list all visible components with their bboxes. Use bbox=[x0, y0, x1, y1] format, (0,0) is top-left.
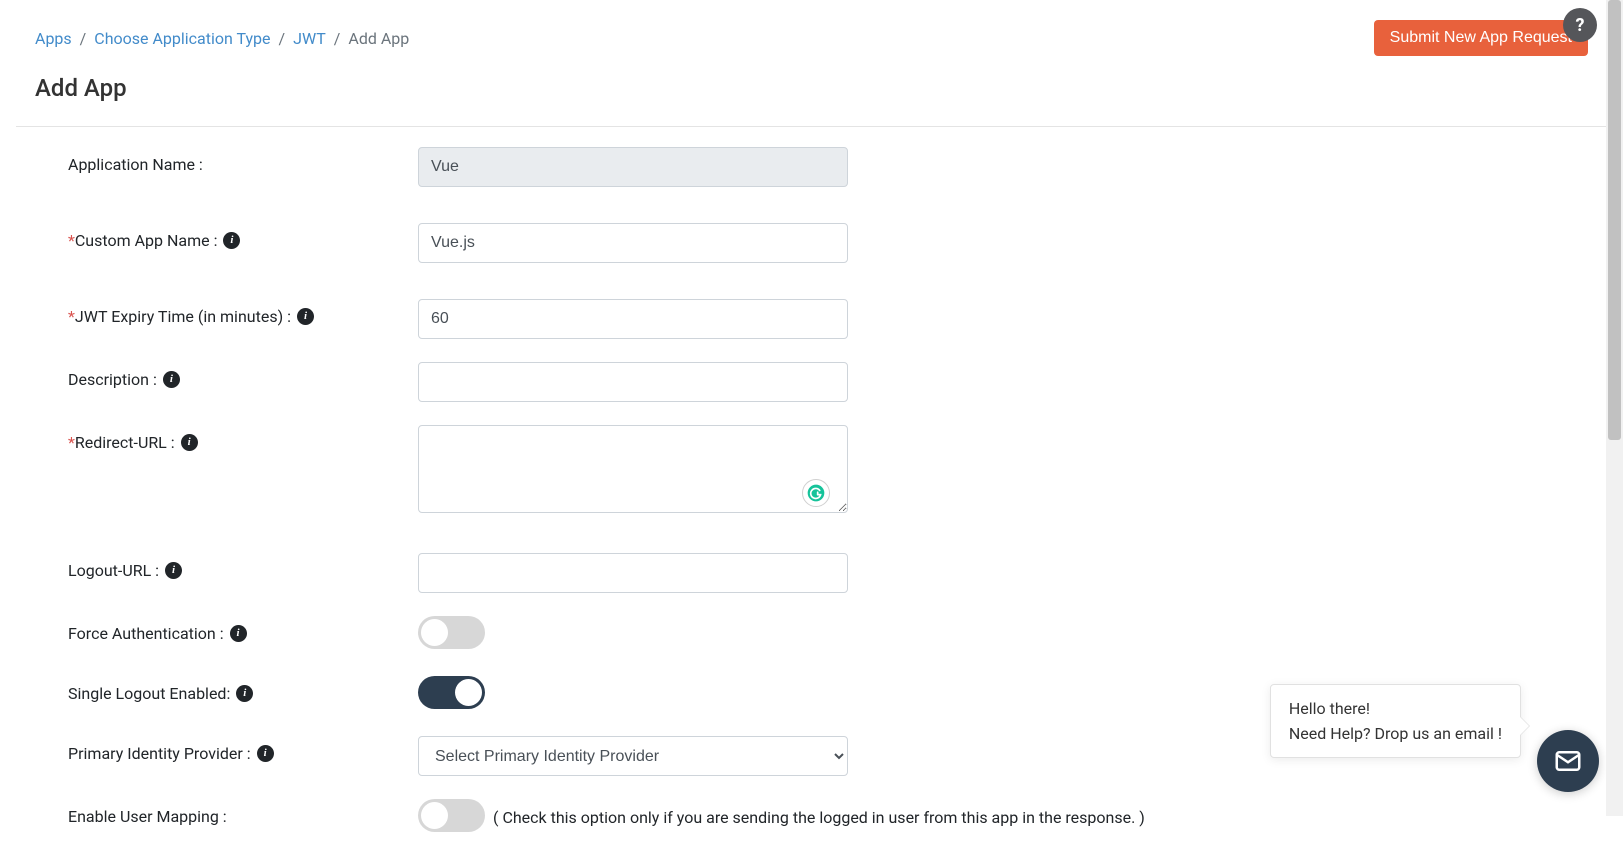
submit-new-app-request-button[interactable]: Submit New App Request bbox=[1374, 20, 1588, 56]
breadcrumb: Apps / Choose Application Type / JWT / A… bbox=[35, 29, 409, 48]
primary-idp-label: Primary Identity Provider : i bbox=[68, 736, 418, 763]
force-authentication-toggle[interactable] bbox=[418, 616, 485, 649]
scrollbar[interactable] bbox=[1606, 0, 1623, 816]
logout-url-input[interactable] bbox=[418, 553, 848, 593]
info-icon[interactable]: i bbox=[236, 685, 253, 702]
info-icon[interactable]: i bbox=[257, 745, 274, 762]
breadcrumb-jwt[interactable]: JWT bbox=[293, 29, 326, 48]
jwt-expiry-input[interactable] bbox=[418, 299, 848, 339]
info-icon[interactable]: i bbox=[230, 625, 247, 642]
breadcrumb-separator: / bbox=[279, 29, 286, 48]
jwt-expiry-label: *JWT Expiry Time (in minutes) : i bbox=[68, 299, 418, 326]
mail-fab-button[interactable] bbox=[1537, 730, 1599, 792]
custom-app-name-input[interactable] bbox=[418, 223, 848, 263]
application-name-label: Application Name : bbox=[68, 147, 418, 174]
chat-line-1: Hello there! bbox=[1289, 699, 1502, 718]
custom-app-name-label: *Custom App Name : i bbox=[68, 223, 418, 250]
single-logout-label: Single Logout Enabled: i bbox=[68, 676, 418, 703]
breadcrumb-separator: / bbox=[334, 29, 341, 48]
breadcrumb-separator: / bbox=[80, 29, 87, 48]
help-icon[interactable]: ? bbox=[1563, 8, 1597, 42]
page-title: Add App bbox=[0, 56, 1623, 126]
description-label: Description : i bbox=[68, 362, 418, 389]
application-name-input bbox=[418, 147, 848, 187]
user-mapping-hint: ( Check this option only if you are send… bbox=[493, 808, 1145, 827]
breadcrumb-choose-app-type[interactable]: Choose Application Type bbox=[94, 29, 270, 48]
redirect-url-textarea[interactable] bbox=[418, 425, 848, 513]
info-icon[interactable]: i bbox=[165, 562, 182, 579]
chat-help-bubble: Hello there! Need Help? Drop us an email… bbox=[1270, 684, 1521, 758]
info-icon[interactable]: i bbox=[223, 232, 240, 249]
info-icon[interactable]: i bbox=[181, 434, 198, 451]
info-icon[interactable]: i bbox=[163, 371, 180, 388]
redirect-url-label: *Redirect-URL : i bbox=[68, 425, 418, 452]
breadcrumb-apps[interactable]: Apps bbox=[35, 29, 72, 48]
chat-line-2: Need Help? Drop us an email ! bbox=[1289, 724, 1502, 743]
description-input[interactable] bbox=[418, 362, 848, 402]
force-authentication-label: Force Authentication : i bbox=[68, 616, 418, 643]
logout-url-label: Logout-URL : i bbox=[68, 553, 418, 580]
primary-idp-select[interactable]: Select Primary Identity Provider bbox=[418, 736, 848, 776]
info-icon[interactable]: i bbox=[297, 308, 314, 325]
breadcrumb-current: Add App bbox=[348, 29, 409, 48]
single-logout-toggle[interactable] bbox=[418, 676, 485, 709]
scrollbar-thumb[interactable] bbox=[1608, 0, 1621, 440]
enable-user-mapping-label: Enable User Mapping : bbox=[68, 799, 418, 826]
mail-icon bbox=[1553, 746, 1583, 776]
grammarly-icon[interactable] bbox=[802, 479, 830, 507]
